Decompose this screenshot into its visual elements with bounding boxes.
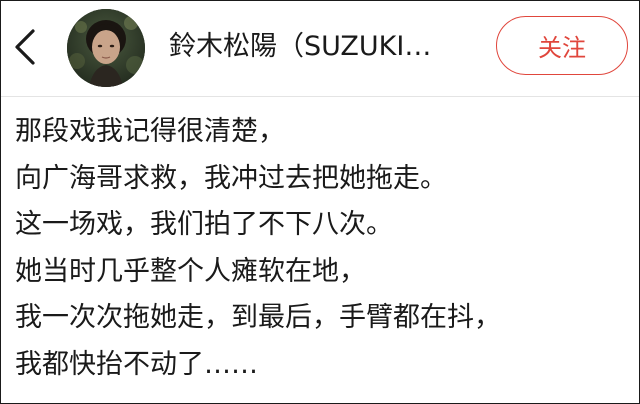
post-line: 她当时几乎整个人瘫软在地， [15,255,366,287]
follow-button[interactable]: 关注 [496,16,628,75]
post-line: 我都快抬不动了…… [15,348,258,380]
post-line: 向广海哥求救，我冲过去把她拖走。 [15,162,447,194]
avatar[interactable] [67,9,145,87]
post-line: 那段戏我记得很清楚， [15,116,285,147]
avatar-image [67,9,145,87]
post-line: 这一场戏，我们拍了不下八次。 [15,209,393,240]
post-body: 那段戏我记得很清楚， 向广海哥求救，我冲过去把她拖走。 这一场戏，我们拍了不下八… [15,109,627,388]
post-header: 鈴木松陽（SUZUKI… 关注 [1,1,639,95]
chevron-left-icon [15,29,35,65]
back-button[interactable] [11,27,39,67]
post-line: 我一次次拖她走，到最后，手臂都在抖， [15,302,501,333]
app-frame: 鈴木松陽（SUZUKI… 关注 那段戏我记得很清楚， 向广海哥求救，我冲过去把她… [0,0,640,404]
profile-name[interactable]: 鈴木松陽（SUZUKI… [169,29,469,65]
header-divider [1,96,639,97]
